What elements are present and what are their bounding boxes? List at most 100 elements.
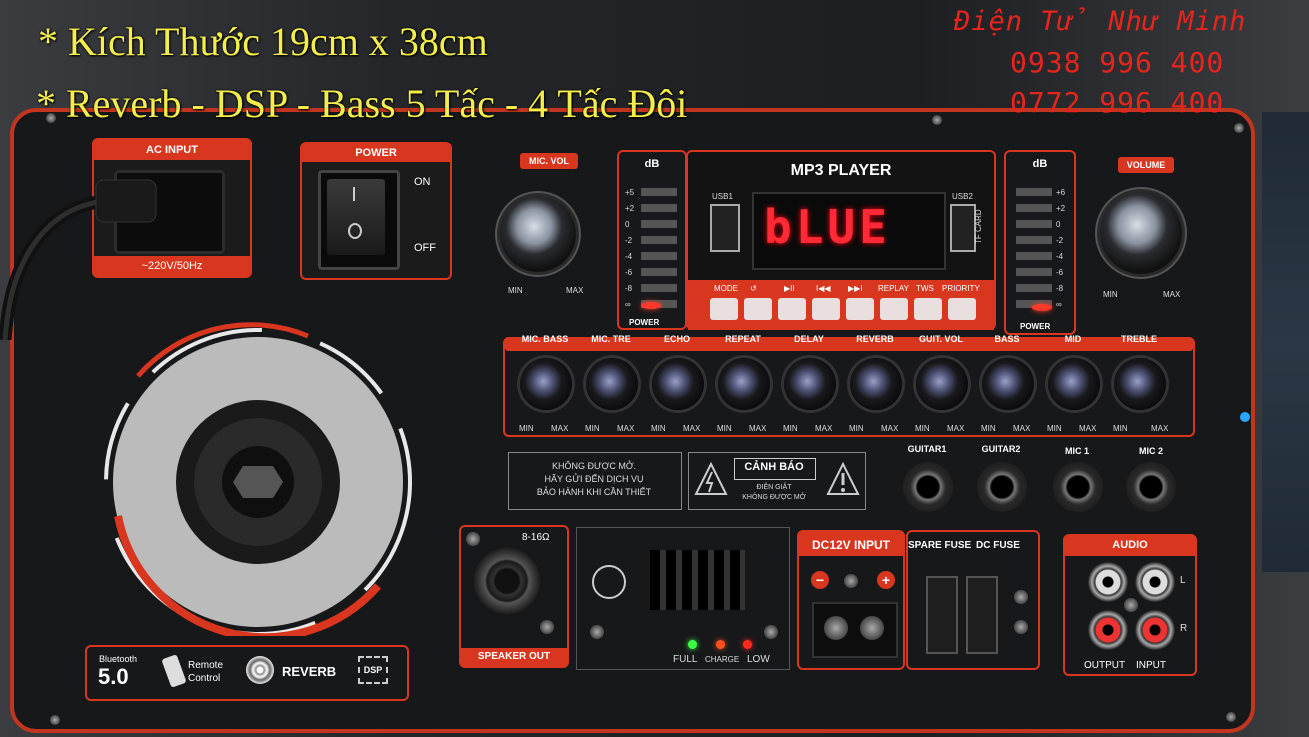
knob-label-guit-vol: GUIT. VOL bbox=[918, 334, 963, 344]
guitar1-jack[interactable] bbox=[903, 462, 953, 512]
mp3-btn-label-3: I◀◀ bbox=[816, 284, 831, 293]
speaker-out-screw-1 bbox=[466, 532, 480, 546]
knob-min-4: MIN bbox=[783, 424, 798, 433]
spare-fuse-label: SPARE FUSE bbox=[908, 540, 972, 551]
knob-min-6: MIN bbox=[915, 424, 930, 433]
dc-terminal-screw-1[interactable] bbox=[824, 616, 848, 640]
mic2-jack[interactable] bbox=[1126, 462, 1176, 512]
mp3-play-pause-button[interactable] bbox=[778, 298, 806, 320]
dc-minus-icon: − bbox=[811, 571, 829, 589]
guit-vol-knob[interactable] bbox=[916, 358, 968, 410]
bass-knob[interactable] bbox=[982, 358, 1034, 410]
jack-label-guitar2: GUITAR2 bbox=[981, 444, 1021, 454]
rca-output-right[interactable] bbox=[1088, 610, 1128, 650]
usb2-port[interactable] bbox=[950, 204, 976, 252]
mp3-mode-button[interactable] bbox=[710, 298, 738, 320]
knob-max-1: MAX bbox=[617, 424, 635, 433]
full-label: FULL bbox=[673, 654, 698, 665]
knob-min-3: MIN bbox=[717, 424, 732, 433]
dc-input-title: DC12V INPUT bbox=[811, 538, 891, 552]
db-right-scale-7: ∞ bbox=[1056, 300, 1062, 309]
mp3-display-text: bLUE bbox=[764, 200, 891, 254]
mp3-btn-label-5: REPLAY bbox=[878, 284, 909, 293]
board-screw-top-right bbox=[1234, 123, 1244, 133]
spare-fuse[interactable] bbox=[926, 576, 958, 654]
audio-l-label: L bbox=[1180, 575, 1186, 586]
overlay-feature-text: * Reverb - DSP - Bass 5 Tấc - 4 Tấc Đôi bbox=[36, 81, 688, 126]
speakon-connector[interactable] bbox=[472, 546, 542, 616]
jack-label-mic2: MIC 2 bbox=[1138, 446, 1163, 456]
power-off-label: OFF bbox=[414, 242, 436, 254]
reverb-knob[interactable] bbox=[850, 358, 902, 410]
db-left-scale-4: -4 bbox=[625, 252, 633, 261]
db-left-scale-7: ∞ bbox=[625, 300, 631, 309]
dc-terminal-screw-2[interactable] bbox=[860, 616, 884, 640]
mp3-next-button[interactable] bbox=[846, 298, 874, 320]
echo-knob[interactable] bbox=[652, 358, 704, 410]
db-right-scale-2: 0 bbox=[1056, 220, 1061, 229]
speaker-out-screw-2 bbox=[540, 620, 554, 634]
warning1-line3: BẢO HÀNH KHI CẦN THIẾT bbox=[536, 487, 652, 497]
charge-label: CHARGE bbox=[705, 655, 740, 664]
knob-max-9: MAX bbox=[1151, 424, 1169, 433]
dc-fuse-label: DC FUSE bbox=[976, 540, 1020, 551]
knob-max-8: MAX bbox=[1079, 424, 1097, 433]
power-cord bbox=[0, 179, 157, 340]
dc-minus-symbol: − bbox=[815, 572, 825, 588]
mic1-jack[interactable] bbox=[1053, 462, 1103, 512]
knob-min-2: MIN bbox=[651, 424, 666, 433]
dc-fuse[interactable] bbox=[966, 576, 998, 654]
knob-label-mic-bass: MIC. BASS bbox=[521, 334, 569, 344]
low-label: LOW bbox=[747, 654, 770, 665]
guitar2-jack[interactable] bbox=[977, 462, 1027, 512]
db-right-scale-3: -2 bbox=[1056, 236, 1064, 245]
mp3-btn-label-0: MODE bbox=[714, 284, 738, 293]
speaker-out-label: SPEAKER OUT bbox=[477, 651, 551, 662]
volume-max: MAX bbox=[1163, 290, 1181, 299]
power-panel: POWER ON OFF bbox=[300, 142, 452, 280]
mic-tre-knob[interactable] bbox=[586, 358, 638, 410]
mp3-tws-button[interactable] bbox=[914, 298, 942, 320]
mic-vol-knob[interactable] bbox=[500, 196, 576, 272]
charge-screw-1 bbox=[590, 625, 604, 639]
db-right-scale-6: -8 bbox=[1056, 284, 1064, 293]
db-left-led-bars bbox=[641, 188, 677, 312]
knob-min-0: MIN bbox=[519, 424, 534, 433]
mp3-btn-label-4: ▶▶I bbox=[848, 284, 863, 293]
db-right-active-led bbox=[1032, 304, 1052, 311]
db-left-scale-1: +2 bbox=[625, 204, 635, 213]
db-right-scale-5: -6 bbox=[1056, 268, 1064, 277]
power-switch[interactable] bbox=[318, 170, 400, 270]
mic-bass-knob[interactable] bbox=[520, 358, 572, 410]
low-led bbox=[743, 640, 752, 649]
dc-plus-icon: + bbox=[877, 571, 895, 589]
mp3-replay-button[interactable] bbox=[880, 298, 908, 320]
mp3-prev-button[interactable] bbox=[812, 298, 840, 320]
mid-knob[interactable] bbox=[1048, 358, 1100, 410]
treble-knob[interactable] bbox=[1114, 358, 1166, 410]
rca-output-left[interactable] bbox=[1088, 562, 1128, 602]
mp3-repeat-button[interactable] bbox=[744, 298, 772, 320]
delay-knob[interactable] bbox=[784, 358, 836, 410]
mp3-priority-button[interactable] bbox=[948, 298, 976, 320]
db-right-scale-1: +2 bbox=[1056, 204, 1066, 213]
knob-min-5: MIN bbox=[849, 424, 864, 433]
repeat-knob[interactable] bbox=[718, 358, 770, 410]
waterproof-icon bbox=[592, 565, 626, 599]
overlay-phone-1: 0938 996 400 bbox=[1010, 46, 1225, 79]
mp3-title: MP3 PLAYER bbox=[790, 162, 892, 179]
rca-input-right[interactable] bbox=[1135, 610, 1175, 650]
usb1-port[interactable] bbox=[710, 204, 740, 252]
mp3-btn-label-2: ▶II bbox=[784, 284, 795, 293]
volume-knob[interactable] bbox=[1100, 192, 1182, 274]
overlay-phone-2: 0772 996 400 bbox=[1010, 86, 1225, 119]
dsp-badge-label: DSP bbox=[363, 665, 383, 675]
mp3-display: bLUE bbox=[752, 192, 946, 270]
rca-input-left[interactable] bbox=[1135, 562, 1175, 602]
jack-label-mic1: MIC 1 bbox=[1064, 446, 1089, 456]
dc-screw-top bbox=[844, 574, 858, 588]
knob-label-treble: TREBLE bbox=[1121, 334, 1157, 344]
usb1-label: USB1 bbox=[712, 192, 733, 201]
ac-input-title: AC INPUT bbox=[146, 144, 198, 156]
tf-card-label: TF CARD bbox=[974, 209, 983, 244]
